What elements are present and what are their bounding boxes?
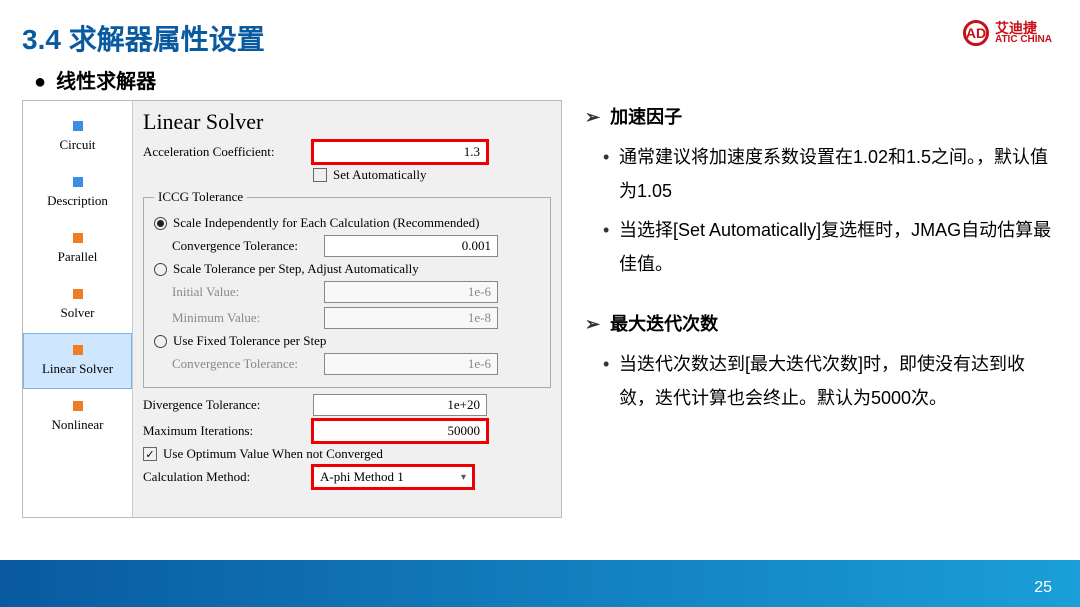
note-bullet: 当选择[Set Automatically]复选框时，JMAG自动估算最佳值。: [585, 213, 1055, 281]
radio-scale-indep[interactable]: [154, 217, 167, 230]
init-label: Initial Value:: [172, 284, 324, 300]
conv-tol2-label: Convergence Tolerance:: [172, 356, 324, 372]
min-input: [324, 307, 498, 329]
screenshot-panel: Circuit Description Parallel Solver Line…: [22, 100, 562, 518]
radio-fixed[interactable]: [154, 335, 167, 348]
calc-method-select[interactable]: A-phi Method 1 ▾: [313, 466, 473, 488]
note-bullet: 当迭代次数达到[最大迭代次数]时，即使没有达到收敛，迭代计算也会终止。默认为50…: [585, 347, 1055, 415]
square-icon: [73, 233, 83, 243]
tree-item-parallel[interactable]: Parallel: [23, 221, 132, 277]
square-icon: [73, 401, 83, 411]
accel-input[interactable]: [313, 141, 487, 163]
tree-item-linear-solver[interactable]: Linear Solver: [23, 333, 132, 389]
square-icon: [73, 289, 83, 299]
div-tol-label: Divergence Tolerance:: [143, 397, 313, 413]
calc-method-label: Calculation Method:: [143, 469, 313, 485]
iccg-fieldset: ICCG Tolerance Scale Independently for E…: [143, 189, 551, 388]
iccg-legend: ICCG Tolerance: [154, 189, 247, 205]
square-icon: [73, 121, 83, 131]
conv-tol-input[interactable]: [324, 235, 498, 257]
conv-tol-label: Convergence Tolerance:: [172, 238, 324, 254]
logo-cn: 艾迪捷: [995, 21, 1052, 35]
max-iter-input[interactable]: [313, 420, 487, 442]
conv-tol2-input: [324, 353, 498, 375]
min-label: Minimum Value:: [172, 310, 324, 326]
slide-title: 3.4 求解器属性设置: [22, 18, 265, 58]
note-title-2: 最大迭代次数: [585, 307, 1055, 341]
tree-item-solver[interactable]: Solver: [23, 277, 132, 333]
square-icon: [73, 177, 83, 187]
note-bullet: 通常建议将加速度系数设置在1.02和1.5之间。，默认值为1.05: [585, 140, 1055, 208]
use-opt-label: Use Optimum Value When not Converged: [163, 446, 383, 462]
tree-item-circuit[interactable]: Circuit: [23, 109, 132, 165]
note-title-1: 加速因子: [585, 100, 1055, 134]
page-number: 25: [1034, 579, 1052, 597]
chevron-down-icon: ▾: [461, 472, 466, 483]
tree-item-description[interactable]: Description: [23, 165, 132, 221]
linear-solver-panel: Linear Solver Acceleration Coefficient: …: [133, 101, 561, 517]
notes: 加速因子 通常建议将加速度系数设置在1.02和1.5之间。，默认值为1.05 当…: [585, 100, 1055, 442]
panel-title: Linear Solver: [143, 109, 551, 135]
tree-item-nonlinear[interactable]: Nonlinear: [23, 389, 132, 445]
set-auto-checkbox[interactable]: [313, 168, 327, 182]
square-icon: [73, 345, 83, 355]
set-auto-label: Set Automatically: [333, 167, 427, 183]
init-input: [324, 281, 498, 303]
logo-mark-icon: AD: [963, 20, 989, 46]
nav-tree: Circuit Description Parallel Solver Line…: [23, 101, 133, 517]
logo: AD 艾迪捷 ATIC CHINA: [963, 20, 1052, 46]
max-iter-label: Maximum Iterations:: [143, 423, 313, 439]
radio-scale-step[interactable]: [154, 263, 167, 276]
div-tol-input[interactable]: [313, 394, 487, 416]
subhead: 线性求解器: [34, 65, 156, 94]
accel-label: Acceleration Coefficient:: [143, 144, 313, 160]
logo-en: ATIC CHINA: [995, 35, 1052, 45]
use-opt-checkbox[interactable]: ✓: [143, 447, 157, 461]
